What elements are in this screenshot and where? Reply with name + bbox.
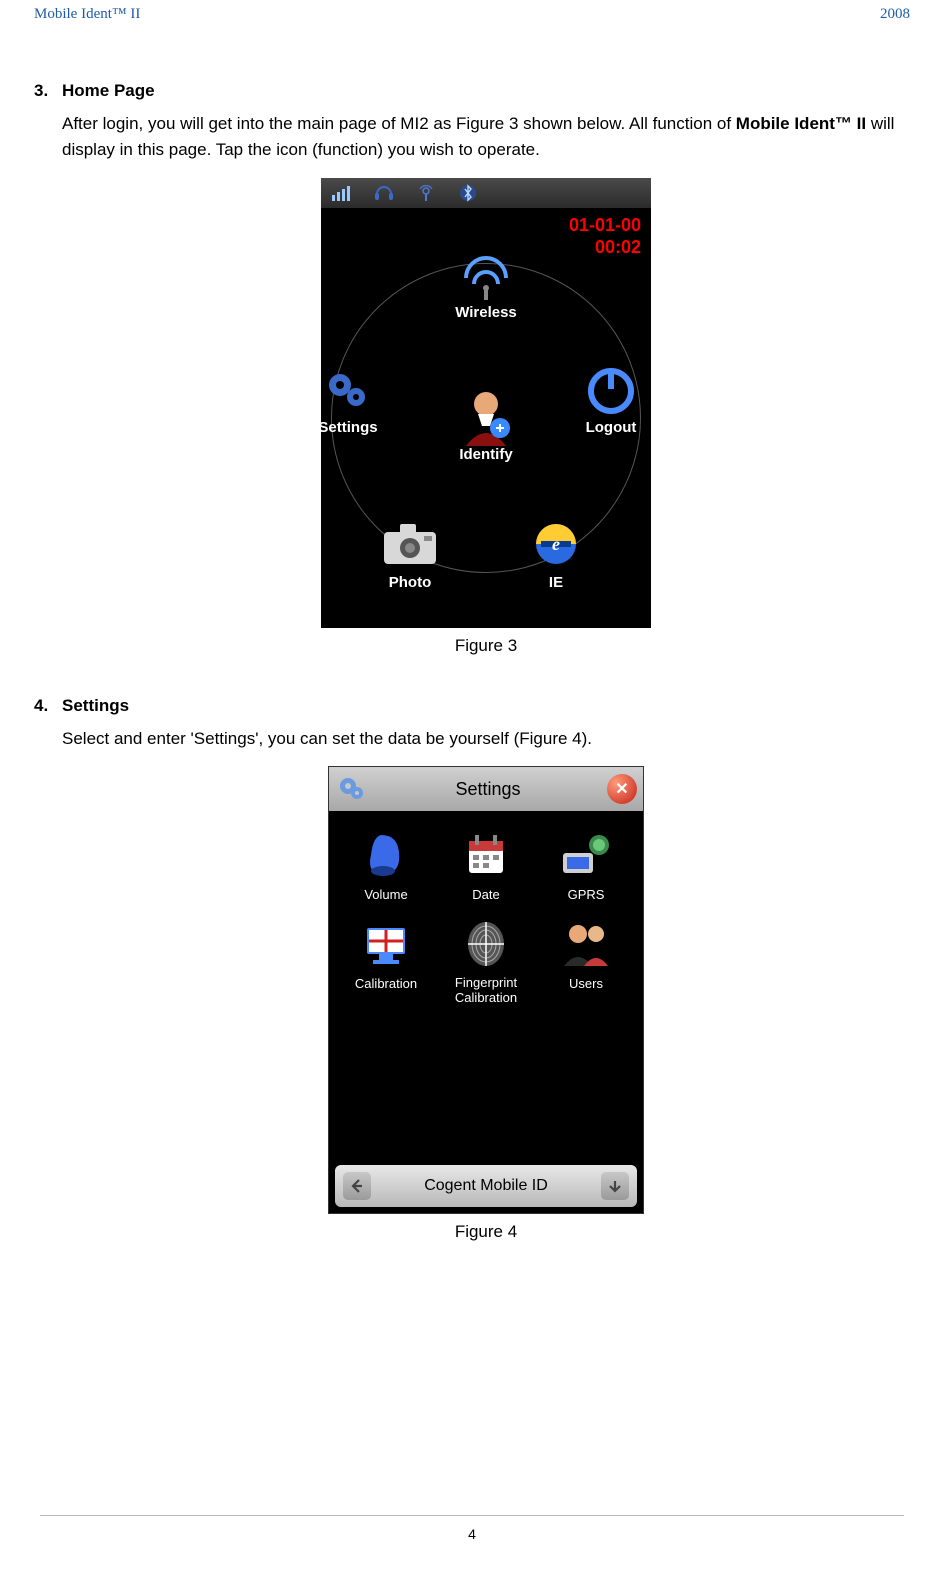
header-title: Mobile Ident™ II bbox=[34, 6, 140, 23]
volume-label: Volume bbox=[339, 887, 433, 902]
section4-heading: 4. Settings bbox=[62, 696, 910, 716]
figure4-titlebar: Settings ✕ bbox=[329, 767, 643, 811]
calibration-icon bbox=[355, 918, 417, 970]
date-icon bbox=[455, 829, 517, 881]
figure3-topbar bbox=[321, 178, 651, 208]
wireless-label: Wireless bbox=[441, 304, 531, 321]
page-footer: 4 bbox=[40, 1515, 904, 1542]
menu-item-settings[interactable]: Settings bbox=[321, 363, 393, 436]
figure4-wrap: Settings ✕ Volume bbox=[62, 766, 910, 1242]
section3-number: 3. bbox=[34, 81, 62, 101]
figure3-wrap: 01-01-00 00:02 Wireless S bbox=[62, 178, 910, 656]
menu-item-logout[interactable]: Logout bbox=[566, 363, 651, 436]
bottombar-text: Cogent Mobile ID bbox=[424, 1177, 548, 1195]
menu-item-identify[interactable]: Identify bbox=[441, 390, 531, 463]
page: Mobile Ident™ II 2008 3. Home Page After… bbox=[0, 0, 944, 1570]
headset-icon bbox=[373, 183, 395, 203]
signal-icon bbox=[331, 183, 353, 203]
fingerprint-icon bbox=[455, 918, 517, 970]
bluetooth-icon bbox=[457, 183, 479, 203]
logout-label: Logout bbox=[566, 419, 651, 436]
photo-icon bbox=[378, 518, 442, 570]
users-label: Users bbox=[539, 976, 633, 991]
section3-body: After login, you will get into the main … bbox=[62, 111, 910, 164]
grid-item-volume[interactable]: Volume bbox=[339, 829, 433, 902]
grid-item-users[interactable]: Users bbox=[539, 918, 633, 1006]
section4-number: 4. bbox=[34, 696, 62, 716]
content: 3. Home Page After login, you will get i… bbox=[34, 23, 910, 1242]
identify-label: Identify bbox=[441, 446, 531, 463]
figure4-grid: Volume Date GPRS bbox=[329, 811, 643, 1006]
figure4-caption: Figure 4 bbox=[62, 1222, 910, 1242]
ie-label: IE bbox=[511, 574, 601, 591]
header-year: 2008 bbox=[880, 6, 910, 23]
antenna-icon bbox=[415, 183, 437, 203]
menu-item-ie[interactable]: e IE bbox=[511, 518, 601, 591]
section4-body: Select and enter 'Settings', you can set… bbox=[62, 726, 910, 752]
figure4-device: Settings ✕ Volume bbox=[328, 766, 644, 1214]
settings-label: Settings bbox=[321, 419, 393, 436]
down-arrow-icon bbox=[607, 1178, 623, 1194]
logout-icon bbox=[579, 363, 643, 415]
volume-icon bbox=[355, 829, 417, 881]
close-icon: ✕ bbox=[615, 779, 628, 799]
ie-icon: e bbox=[524, 518, 588, 570]
titlebar-gear-icon bbox=[335, 774, 369, 804]
figure3-device: 01-01-00 00:02 Wireless S bbox=[321, 178, 651, 628]
menu-item-photo[interactable]: Photo bbox=[365, 518, 455, 591]
settings-icon bbox=[321, 363, 380, 415]
figure3-time: 00:02 bbox=[569, 236, 641, 259]
svg-text:e: e bbox=[552, 534, 560, 554]
bottombar-down-button[interactable] bbox=[601, 1172, 629, 1200]
users-icon bbox=[555, 918, 617, 970]
back-arrow-icon bbox=[349, 1178, 365, 1194]
section3-title: Home Page bbox=[62, 81, 155, 101]
bottombar-back-button[interactable] bbox=[343, 1172, 371, 1200]
photo-label: Photo bbox=[365, 574, 455, 591]
date-label: Date bbox=[439, 887, 533, 902]
identify-icon bbox=[454, 390, 518, 442]
wireless-icon bbox=[454, 248, 518, 300]
figure3-caption: Figure 3 bbox=[62, 636, 910, 656]
gprs-icon bbox=[555, 829, 617, 881]
fingerprint-label: Fingerprint Calibration bbox=[439, 976, 533, 1006]
page-number: 4 bbox=[468, 1526, 476, 1542]
calibration-label: Calibration bbox=[339, 976, 433, 991]
titlebar-label: Settings bbox=[375, 779, 601, 800]
section3-text-before: After login, you will get into the main … bbox=[62, 114, 736, 133]
menu-item-wireless[interactable]: Wireless bbox=[441, 248, 531, 321]
page-header: Mobile Ident™ II 2008 bbox=[34, 0, 910, 23]
section4-title: Settings bbox=[62, 696, 129, 716]
section-settings: 4. Settings Select and enter 'Settings',… bbox=[34, 696, 910, 1242]
section3-heading: 3. Home Page bbox=[62, 81, 910, 101]
grid-item-calibration[interactable]: Calibration bbox=[339, 918, 433, 1006]
gprs-label: GPRS bbox=[539, 887, 633, 902]
section3-bold: Mobile Ident™ II bbox=[736, 114, 866, 133]
grid-item-gprs[interactable]: GPRS bbox=[539, 829, 633, 902]
grid-item-fingerprint[interactable]: Fingerprint Calibration bbox=[439, 918, 533, 1006]
figure3-date: 01-01-00 bbox=[569, 214, 641, 237]
figure3-datetime: 01-01-00 00:02 bbox=[569, 214, 641, 259]
figure4-bottombar: Cogent Mobile ID bbox=[335, 1165, 637, 1207]
section-home-page: 3. Home Page After login, you will get i… bbox=[34, 81, 910, 656]
grid-item-date[interactable]: Date bbox=[439, 829, 533, 902]
close-button[interactable]: ✕ bbox=[607, 774, 637, 804]
